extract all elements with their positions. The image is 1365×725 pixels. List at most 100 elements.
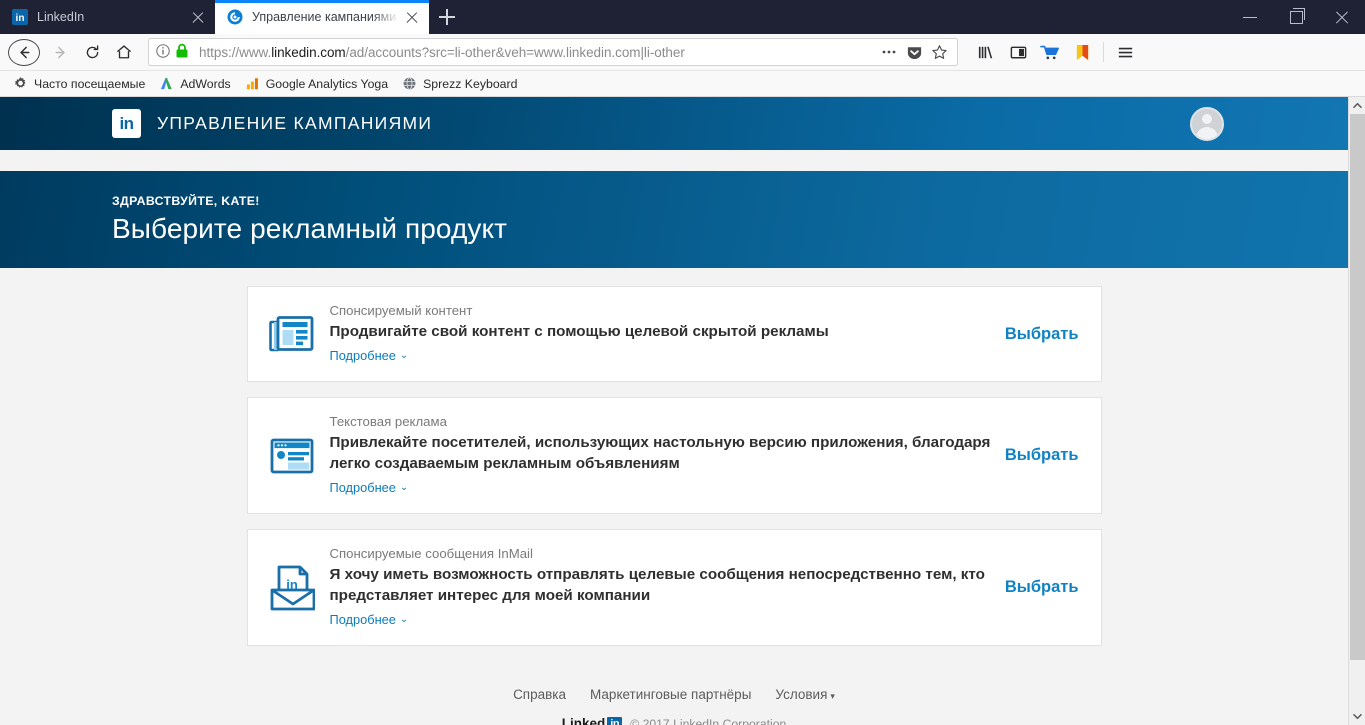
select-button[interactable]: Выбрать <box>1005 578 1079 597</box>
linkedin-logo-text: in <box>119 114 135 133</box>
learn-more-label: Подробнее <box>329 480 396 495</box>
browser-window: in LinkedIn Управление кампаниями в Link… <box>0 0 1365 725</box>
maximize-button[interactable] <box>1273 0 1319 34</box>
svg-text:in: in <box>16 13 25 24</box>
forward-button[interactable] <box>44 37 76 67</box>
scroll-down-button[interactable] <box>1349 708 1365 725</box>
bookmark-label: Google Analytics Yoga <box>265 76 389 91</box>
avatar-wrapper[interactable] <box>1190 106 1224 141</box>
footer-link-help[interactable]: Справка <box>513 687 566 702</box>
shopping-cart-icon[interactable] <box>1034 37 1066 67</box>
new-tab-button[interactable] <box>429 0 465 34</box>
adwords-icon <box>159 76 175 92</box>
bookmark-item-sprezz[interactable]: Sprezz Keyboard <box>395 73 524 95</box>
learn-more-label: Подробнее <box>329 612 396 627</box>
info-icon[interactable] <box>155 43 173 61</box>
analytics-icon <box>245 76 261 92</box>
tab-strip: in LinkedIn Управление кампаниями в Link… <box>0 0 1365 34</box>
footer-link-marketing-partners[interactable]: Маркетинговые партнёры <box>590 687 751 702</box>
close-icon[interactable] <box>187 6 209 28</box>
minimize-button[interactable] <box>1227 0 1273 34</box>
card-headline: Привлекайте посетителей, использующих на… <box>329 434 991 472</box>
hero-greeting: ЗДРАВСТВУЙТЕ, KATE! <box>112 194 260 208</box>
back-button[interactable] <box>8 38 40 66</box>
card-body: Текстовая реклама Привлекайте посетителе… <box>318 414 1005 497</box>
tab-title: Управление кампаниями в LinkedIn <box>252 10 401 24</box>
padlock-icon[interactable] <box>175 43 193 61</box>
avatar[interactable] <box>1190 106 1224 141</box>
card-headline: Продвигайте свой контент с помощью целев… <box>329 323 829 340</box>
scroll-up-button[interactable] <box>1349 97 1365 114</box>
pocket-icon[interactable] <box>902 40 926 64</box>
page-title: УПРАВЛЕНИЕ КАМПАНИЯМИ <box>157 113 433 133</box>
globe-icon <box>402 76 418 92</box>
gear-icon <box>13 76 29 92</box>
product-card-text-ads[interactable]: Текстовая реклама Привлекайте посетителе… <box>246 397 1102 514</box>
learn-more-link[interactable]: Подробнее ⌄ <box>330 348 409 363</box>
url-bar[interactable]: https://www.linkedin.com/ad/accounts?src… <box>148 38 958 66</box>
learn-more-link[interactable]: Подробнее ⌄ <box>330 612 409 627</box>
bookmarks-bar: Часто посещаемые AdWords Google Analytic… <box>0 71 1365 97</box>
browser-toolbar: https://www.linkedin.com/ad/accounts?src… <box>0 34 1365 71</box>
bookmark-star-icon[interactable] <box>927 40 951 64</box>
bookmark-label: Sprezz Keyboard <box>423 76 518 91</box>
card-kicker: Спонсируемые сообщения InMail <box>329 546 533 561</box>
toolbar-divider <box>1103 42 1104 62</box>
linkedin-in-box: in <box>607 716 623 725</box>
bookmark-label: AdWords <box>180 76 231 91</box>
page-footer: Справка Маркетинговые партнёры Условия ▾ … <box>0 661 1348 725</box>
campaign-manager-icon <box>227 9 243 25</box>
learn-more-label: Подробнее <box>329 348 396 363</box>
url-actions <box>877 40 951 64</box>
window-controls <box>1227 0 1365 34</box>
tab-title: LinkedIn <box>37 10 85 24</box>
text-ad-window-icon <box>266 436 318 476</box>
page-scrollbar[interactable] <box>1348 97 1365 725</box>
article-newspaper-icon <box>266 314 318 354</box>
bookmark-label: Часто посещаемые <box>34 76 146 91</box>
linkedin-logo-icon[interactable]: in <box>112 109 141 138</box>
product-card-sponsored-content[interactable]: Спонсируемый контент Продвигайте свой ко… <box>246 286 1102 382</box>
chevron-down-icon: ⌄ <box>399 481 409 493</box>
footer-links: Справка Маркетинговые партнёры Условия ▾ <box>0 687 1348 702</box>
menu-hamburger-icon[interactable] <box>1109 37 1141 67</box>
card-kicker: Спонсируемый контент <box>329 303 473 318</box>
bookmark-flag-icon[interactable] <box>1066 37 1098 67</box>
tab-linkedin[interactable]: in LinkedIn <box>0 0 215 34</box>
card-body: Спонсируемый контент Продвигайте свой ко… <box>318 303 1005 365</box>
learn-more-link[interactable]: Подробнее ⌄ <box>330 480 409 495</box>
page-viewport: in УПРАВЛЕНИЕ КАМПАНИЯМИ ЗДРАВСТВУЙТЕ, K… <box>0 97 1365 725</box>
scrollbar-thumb[interactable] <box>1350 114 1365 660</box>
copyright-text: © 2017 LinkedIn Corporation <box>630 716 787 725</box>
tab-campaign-manager[interactable]: Управление кампаниями в LinkedIn <box>215 0 429 34</box>
product-card-sponsored-inmail[interactable]: in Спонсируемые сообщения InMail Я хочу … <box>246 529 1102 646</box>
bookmark-item-adwords[interactable]: AdWords <box>152 73 237 95</box>
main-content: Спонсируемый контент Продвигайте свой ко… <box>0 268 1348 725</box>
linkedin-icon: in <box>12 9 28 25</box>
product-card-list: Спонсируемый контент Продвигайте свой ко… <box>246 286 1102 646</box>
select-button[interactable]: Выбрать <box>1005 325 1079 344</box>
chevron-down-icon: ⌄ <box>399 349 409 361</box>
bookmark-item-analytics[interactable]: Google Analytics Yoga <box>238 73 395 95</box>
select-button[interactable]: Выбрать <box>1005 446 1079 465</box>
linkedin-wordmark: Linked in <box>562 716 623 725</box>
url-text: https://www.linkedin.com/ad/accounts?src… <box>199 44 685 60</box>
footer-link-terms[interactable]: Условия ▾ <box>775 687 835 702</box>
close-icon[interactable] <box>401 6 423 28</box>
hero-banner: ЗДРАВСТВУЙТЕ, KATE! Выберите рекламный п… <box>0 171 1348 268</box>
card-body: Спонсируемые сообщения InMail Я хочу име… <box>318 546 1005 629</box>
hero-title: Выберите рекламный продукт <box>112 213 508 244</box>
home-button[interactable] <box>108 37 140 67</box>
card-kicker: Текстовая реклама <box>329 414 447 429</box>
reload-button[interactable] <box>76 37 108 67</box>
page-actions-icon[interactable] <box>877 40 901 64</box>
caret-down-icon: ▾ <box>830 691 835 701</box>
nav-spacer <box>0 150 1348 171</box>
library-icon[interactable] <box>970 37 1002 67</box>
linkedin-page: in УПРАВЛЕНИЕ КАМПАНИЯМИ ЗДРАВСТВУЙТЕ, K… <box>0 97 1348 725</box>
bookmark-item-frequent[interactable]: Часто посещаемые <box>6 73 152 95</box>
sidebar-icon[interactable] <box>1002 37 1034 67</box>
linkedin-top-nav: in УПРАВЛЕНИЕ КАМПАНИЯМИ <box>0 97 1348 150</box>
close-window-button[interactable] <box>1319 0 1365 34</box>
footer-bottom: Linked in © 2017 LinkedIn Corporation <box>0 716 1348 725</box>
